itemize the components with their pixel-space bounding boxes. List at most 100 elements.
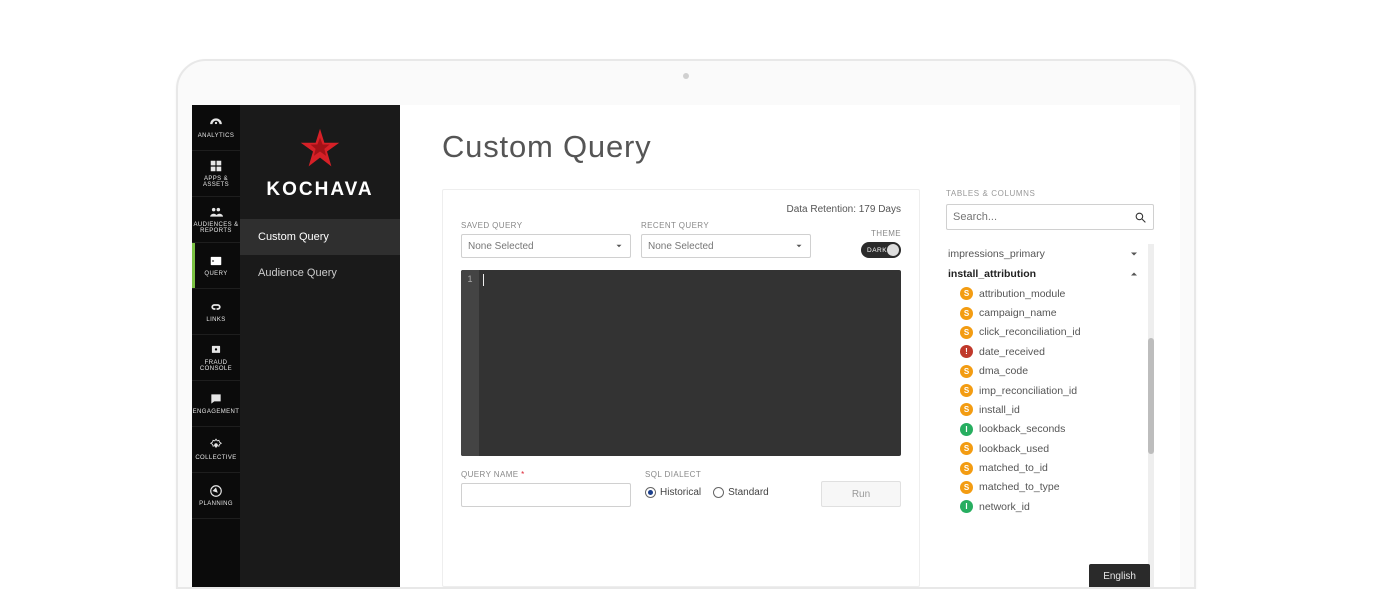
nav-engagement[interactable]: ENGAGEMENT bbox=[192, 381, 240, 427]
sql-editor[interactable]: 1 bbox=[461, 270, 901, 456]
brand-star-icon bbox=[299, 127, 341, 169]
column-row[interactable]: Ilookback_seconds bbox=[946, 420, 1154, 439]
radio-dot-icon bbox=[645, 487, 656, 498]
recent-query-select[interactable]: None Selected bbox=[641, 234, 811, 258]
table-name: install_attribution bbox=[948, 268, 1036, 280]
compass-icon bbox=[208, 484, 224, 498]
dialect-historical-radio[interactable]: Historical bbox=[645, 487, 701, 498]
nav-query[interactable]: QUERY bbox=[192, 243, 240, 289]
type-badge-icon: S bbox=[960, 326, 973, 339]
recent-query-value: None Selected bbox=[648, 241, 714, 252]
submenu-custom-query[interactable]: Custom Query bbox=[240, 219, 400, 255]
chevron-down-icon bbox=[1128, 248, 1140, 260]
query-name-label-text: QUERY NAME bbox=[461, 470, 519, 479]
dialect-standard-radio[interactable]: Standard bbox=[713, 487, 769, 498]
gear-icon bbox=[208, 438, 224, 452]
table-row[interactable]: install_attribution bbox=[946, 264, 1154, 284]
type-badge-icon: S bbox=[960, 384, 973, 397]
type-badge-icon: S bbox=[960, 442, 973, 455]
nav-label: FRAUD CONSOLE bbox=[192, 360, 240, 372]
editor-cursor bbox=[483, 274, 484, 286]
workspace: Data Retention: 179 Days SAVED QUERY Non… bbox=[442, 189, 1156, 587]
table-row[interactable]: impressions_primary bbox=[946, 244, 1154, 264]
link-icon bbox=[208, 300, 224, 314]
type-badge-icon: S bbox=[960, 481, 973, 494]
dialect-group: SQL DIALECT Historical Standard bbox=[645, 470, 769, 498]
nav-label: ANALYTICS bbox=[198, 133, 235, 139]
saved-query-group: SAVED QUERY None Selected bbox=[461, 221, 631, 258]
tables-columns-title: TABLES & COLUMNS bbox=[946, 189, 1154, 198]
column-name: campaign_name bbox=[979, 307, 1057, 319]
language-button[interactable]: English bbox=[1089, 564, 1150, 587]
type-badge-icon: I bbox=[960, 500, 973, 513]
dialect-label: SQL DIALECT bbox=[645, 470, 769, 479]
app-screen: ANALYTICS APPS & ASSETS AUDIENCES & REPO… bbox=[192, 105, 1180, 587]
column-row[interactable]: !date_received bbox=[946, 342, 1154, 361]
brand-name: KOCHAVA bbox=[266, 179, 373, 201]
radio-label: Standard bbox=[728, 487, 769, 498]
recent-query-group: RECENT QUERY None Selected bbox=[641, 221, 811, 258]
column-row[interactable]: Sdma_code bbox=[946, 362, 1154, 381]
column-name: date_received bbox=[979, 346, 1045, 358]
tables-tree[interactable]: impressions_primary install_attribution … bbox=[946, 244, 1154, 587]
theme-group: THEME DARK bbox=[861, 229, 901, 258]
type-badge-icon: S bbox=[960, 365, 973, 378]
nav-collective[interactable]: COLLECTIVE bbox=[192, 427, 240, 473]
column-row[interactable]: Sinstall_id bbox=[946, 400, 1154, 419]
column-row[interactable]: Sclick_reconciliation_id bbox=[946, 323, 1154, 342]
nav-label: LINKS bbox=[206, 317, 225, 323]
nav-analytics[interactable]: ANALYTICS bbox=[192, 105, 240, 151]
column-name: network_id bbox=[979, 501, 1030, 513]
editor-gutter: 1 bbox=[461, 270, 479, 456]
tables-search[interactable] bbox=[946, 204, 1154, 230]
editor-body[interactable] bbox=[479, 270, 901, 456]
column-row[interactable]: Sattribution_module bbox=[946, 284, 1154, 303]
type-badge-icon: S bbox=[960, 307, 973, 320]
column-row[interactable]: Scampaign_name bbox=[946, 303, 1154, 322]
type-badge-icon: S bbox=[960, 287, 973, 300]
column-row[interactable]: Simp_reconciliation_id bbox=[946, 381, 1154, 400]
column-row[interactable]: Inetwork_id bbox=[946, 497, 1154, 516]
column-name: click_reconciliation_id bbox=[979, 326, 1081, 338]
submenu-audience-query[interactable]: Audience Query bbox=[240, 255, 400, 291]
query-name-label: QUERY NAME * bbox=[461, 470, 631, 479]
nav-audiences-reports[interactable]: AUDIENCES & REPORTS bbox=[192, 197, 240, 243]
saved-query-label: SAVED QUERY bbox=[461, 221, 631, 230]
page-title: Custom Query bbox=[442, 129, 1156, 165]
tables-search-input[interactable] bbox=[953, 211, 1128, 223]
nav-planning[interactable]: PLANNING bbox=[192, 473, 240, 519]
column-row[interactable]: Slookback_used bbox=[946, 439, 1154, 458]
nav-rail: ANALYTICS APPS & ASSETS AUDIENCES & REPO… bbox=[192, 105, 240, 587]
saved-query-select[interactable]: None Selected bbox=[461, 234, 631, 258]
query-name-input[interactable] bbox=[461, 483, 631, 507]
search-icon bbox=[1134, 211, 1147, 224]
main-area: Custom Query Data Retention: 179 Days SA… bbox=[400, 105, 1180, 587]
data-retention-text: Data Retention: 179 Days bbox=[461, 204, 901, 215]
chat-icon bbox=[208, 392, 224, 406]
device-frame: ANALYTICS APPS & ASSETS AUDIENCES & REPO… bbox=[176, 59, 1196, 589]
saved-query-value: None Selected bbox=[468, 241, 534, 252]
type-badge-icon: I bbox=[960, 423, 973, 436]
nav-label: PLANNING bbox=[199, 501, 233, 507]
type-badge-icon: S bbox=[960, 462, 973, 475]
chevron-down-icon bbox=[794, 241, 804, 251]
device-camera bbox=[683, 73, 689, 79]
toggle-knob bbox=[887, 244, 899, 256]
column-row[interactable]: Smatched_to_id bbox=[946, 458, 1154, 477]
theme-toggle[interactable]: DARK bbox=[861, 242, 901, 258]
nav-apps-assets[interactable]: APPS & ASSETS bbox=[192, 151, 240, 197]
nav-fraud-console[interactable]: FRAUD CONSOLE bbox=[192, 335, 240, 381]
scrollbar-track[interactable] bbox=[1148, 244, 1154, 587]
table-name: impressions_primary bbox=[948, 248, 1045, 260]
run-button[interactable]: Run bbox=[821, 481, 901, 507]
theme-label: THEME bbox=[871, 229, 901, 238]
gauge-icon bbox=[208, 116, 224, 130]
type-badge-icon: S bbox=[960, 403, 973, 416]
nav-label: ENGAGEMENT bbox=[193, 409, 240, 415]
nav-label: COLLECTIVE bbox=[195, 455, 236, 461]
people-icon bbox=[208, 205, 224, 219]
query-pane: Data Retention: 179 Days SAVED QUERY Non… bbox=[442, 189, 920, 587]
top-controls: SAVED QUERY None Selected RECENT QUERY N… bbox=[461, 221, 901, 258]
nav-links[interactable]: LINKS bbox=[192, 289, 240, 335]
column-row[interactable]: Smatched_to_type bbox=[946, 478, 1154, 497]
